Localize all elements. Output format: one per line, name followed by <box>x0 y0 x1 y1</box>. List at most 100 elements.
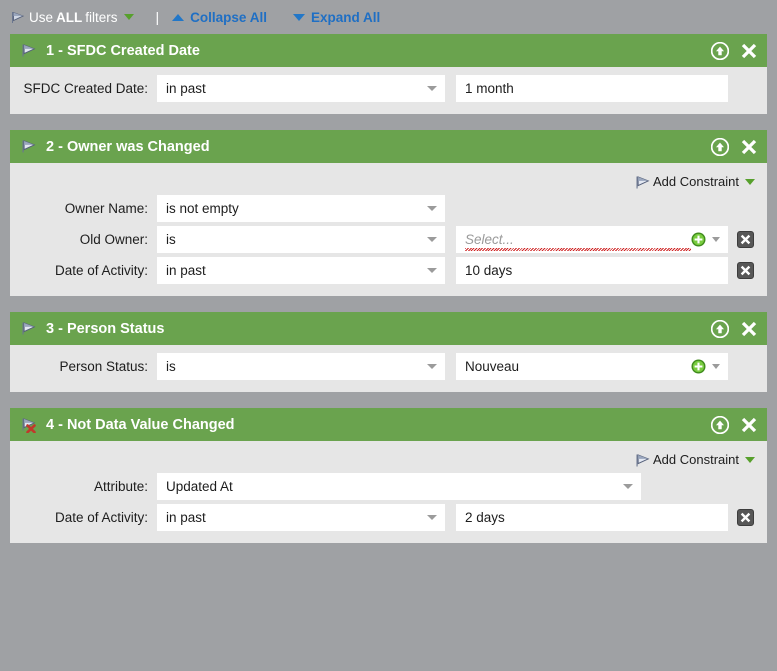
filter-row-label: Date of Activity: <box>20 263 157 278</box>
flag-icon <box>20 42 37 59</box>
toolbar-separator: | <box>156 9 160 25</box>
operator-select-value: is not empty <box>166 201 239 216</box>
filter-panel-header: 4 - Not Data Value Changed <box>10 408 767 441</box>
value-input[interactable]: 10 days <box>456 257 728 284</box>
chevron-down-icon[interactable] <box>712 237 720 242</box>
collapse-circle-icon[interactable] <box>711 42 729 60</box>
filter-row-label: Owner Name: <box>20 201 157 216</box>
chevron-down-icon[interactable] <box>427 237 437 242</box>
operator-select[interactable]: is <box>157 226 445 253</box>
filter-panel-title: 2 - Owner was Changed <box>46 139 711 155</box>
filter-toolbar: Use ALL filters | Collapse All Expand Al… <box>0 0 777 34</box>
panel-header-buttons <box>711 42 758 60</box>
filter-row: SFDC Created Date: in past 1 month <box>10 75 767 102</box>
flag-not-icon <box>20 416 37 433</box>
filter-panel: 3 - Person Status Person Status: is Nouveau <box>10 312 767 392</box>
filter-row: Attribute: Updated At <box>10 473 767 500</box>
use-all-filters-button[interactable]: Use ALL filters <box>10 10 134 25</box>
close-icon[interactable] <box>740 42 758 60</box>
operator-select[interactable]: is not empty <box>157 195 445 222</box>
operator-select-value: Updated At <box>166 479 233 494</box>
flag-icon <box>10 10 25 25</box>
operator-select[interactable]: in past <box>157 504 445 531</box>
collapse-all-button[interactable]: Collapse All <box>172 10 267 25</box>
filter-panel-body: Person Status: is Nouveau <box>10 345 767 392</box>
collapse-circle-icon[interactable] <box>711 416 729 434</box>
filter-row-label: Date of Activity: <box>20 510 157 525</box>
filter-row: Owner Name: is not empty <box>10 195 767 222</box>
operator-select-value: in past <box>166 263 206 278</box>
chevron-down-icon[interactable] <box>745 457 755 463</box>
triangle-down-icon <box>293 14 305 21</box>
filter-row: Person Status: is Nouveau <box>10 353 767 380</box>
collapse-circle-icon[interactable] <box>711 320 729 338</box>
chevron-down-icon[interactable] <box>427 364 437 369</box>
chevron-down-icon[interactable] <box>745 179 755 185</box>
operator-select[interactable]: in past <box>157 75 445 102</box>
value-input-text: Nouveau <box>465 359 691 374</box>
operator-select-value: is <box>166 232 176 247</box>
filter-panel: 1 - SFDC Created Date SFDC Created Date: i… <box>10 34 767 114</box>
value-input-text: 2 days <box>465 510 722 525</box>
collapse-all-label: Collapse All <box>190 10 267 25</box>
add-constraint-row: Add Constraint <box>10 171 767 195</box>
operator-select-value: in past <box>166 81 206 96</box>
chevron-down-icon[interactable] <box>427 206 437 211</box>
filter-row-label: Old Owner: <box>20 232 157 247</box>
filter-panel-body: SFDC Created Date: in past 1 month <box>10 67 767 114</box>
filter-panel-body: Add Constraint Owner Name: is not empty Old… <box>10 163 767 296</box>
operator-select[interactable]: is <box>157 353 445 380</box>
expand-all-label: Expand All <box>311 10 380 25</box>
filter-panel-header: 1 - SFDC Created Date <box>10 34 767 67</box>
chevron-down-icon[interactable] <box>623 484 633 489</box>
filter-panel-list: 1 - SFDC Created Date SFDC Created Date: i… <box>0 34 777 543</box>
filter-panel-header: 3 - Person Status <box>10 312 767 345</box>
operator-select-value: in past <box>166 510 206 525</box>
chevron-down-icon[interactable] <box>427 515 437 520</box>
add-constraint-button[interactable]: Add Constraint <box>634 174 755 189</box>
add-green-icon[interactable] <box>691 232 706 247</box>
filter-panel-body: Add Constraint Attribute: Updated At Date o… <box>10 441 767 543</box>
add-green-icon[interactable] <box>691 359 706 374</box>
filter-row-label: Attribute: <box>20 479 157 494</box>
add-constraint-row: Add Constraint <box>10 449 767 473</box>
add-constraint-button[interactable]: Add Constraint <box>634 452 755 467</box>
operator-select[interactable]: Updated At <box>157 473 641 500</box>
panel-header-buttons <box>711 416 758 434</box>
value-input[interactable]: 2 days <box>456 504 728 531</box>
expand-all-button[interactable]: Expand All <box>293 10 380 25</box>
filter-panel-title: 1 - SFDC Created Date <box>46 43 711 59</box>
chevron-down-icon[interactable] <box>712 364 720 369</box>
value-placeholder: Select... <box>465 232 691 247</box>
filter-row-label: SFDC Created Date: <box>20 81 157 96</box>
collapse-circle-icon[interactable] <box>711 138 729 156</box>
close-icon[interactable] <box>740 138 758 156</box>
value-input[interactable]: Select... <box>456 226 728 253</box>
triangle-up-icon <box>172 14 184 21</box>
use-all-suffix: filters <box>85 10 117 25</box>
value-input-text: 1 month <box>465 81 722 96</box>
filter-panel: 2 - Owner was Changed Add Constraint Owner… <box>10 130 767 296</box>
flag-icon <box>20 320 37 337</box>
filter-panel: 4 - Not Data Value ChangedAdd Constraint… <box>10 408 767 543</box>
filter-row: Date of Activity: in past 2 days <box>10 504 767 531</box>
add-constraint-label: Add Constraint <box>653 452 739 467</box>
filter-row-label: Person Status: <box>20 359 157 374</box>
close-icon[interactable] <box>740 416 758 434</box>
panel-header-buttons <box>711 320 758 338</box>
operator-select-value: is <box>166 359 176 374</box>
chevron-down-icon[interactable] <box>427 268 437 273</box>
close-icon[interactable] <box>740 320 758 338</box>
panel-header-buttons <box>711 138 758 156</box>
flag-icon <box>634 452 649 467</box>
delete-row-icon[interactable] <box>737 231 754 248</box>
filter-row: Old Owner: is Select... <box>10 226 767 253</box>
operator-select[interactable]: in past <box>157 257 445 284</box>
chevron-down-icon[interactable] <box>124 14 134 20</box>
value-input[interactable]: 1 month <box>456 75 728 102</box>
flag-icon <box>634 174 649 189</box>
delete-row-icon[interactable] <box>737 262 754 279</box>
chevron-down-icon[interactable] <box>427 86 437 91</box>
value-input[interactable]: Nouveau <box>456 353 728 380</box>
delete-row-icon[interactable] <box>737 509 754 526</box>
